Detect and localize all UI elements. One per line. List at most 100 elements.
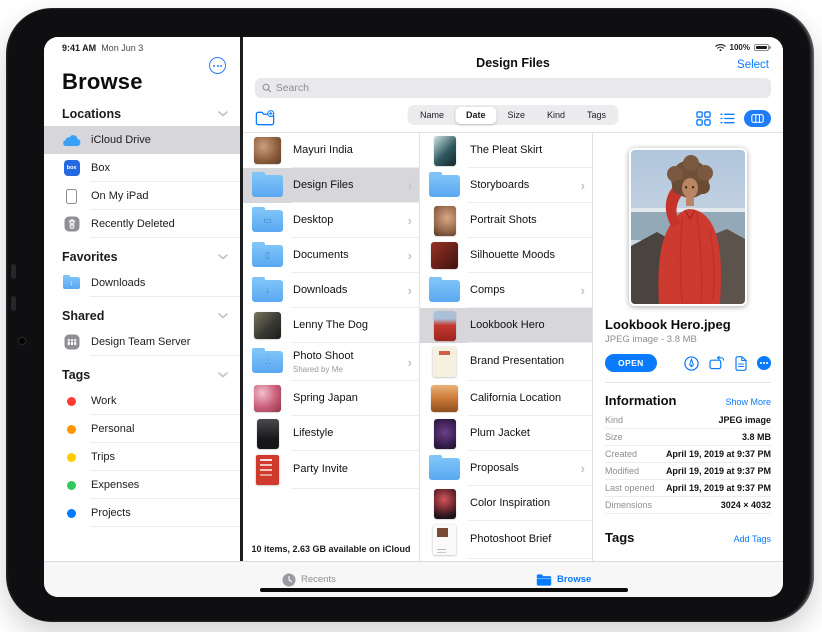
clock-icon xyxy=(282,573,296,587)
file-row-comps[interactable]: Comps › xyxy=(420,273,592,308)
file-row-photoshoot-brief[interactable]: Photoshoot Brief xyxy=(420,521,592,559)
info-label: Size xyxy=(605,432,623,442)
create-pdf-icon[interactable] xyxy=(735,356,747,371)
rotate-icon[interactable] xyxy=(709,356,725,370)
open-button[interactable]: OPEN xyxy=(605,354,657,372)
info-value: 3024 × 4032 xyxy=(721,500,771,510)
file-row-lenny-the-dog[interactable]: Lenny The Dog xyxy=(243,308,419,343)
image-thumbnail xyxy=(434,311,456,341)
sort-option-date[interactable]: Date xyxy=(455,107,497,124)
sort-option-name[interactable]: Name xyxy=(409,107,455,124)
downloads-folder-icon: ↓ xyxy=(252,280,283,302)
file-row-portrait-shots[interactable]: Portrait Shots xyxy=(420,203,592,238)
tag-dot-green-icon xyxy=(62,476,81,494)
storage-status: 10 items, 2.63 GB available on iCloud xyxy=(243,544,419,554)
tag-label: Trips xyxy=(91,451,115,463)
tag-dot-orange-icon xyxy=(62,420,81,438)
sidebar-tag-work[interactable]: Work xyxy=(44,387,240,415)
file-row-party-invite[interactable]: Party Invite xyxy=(243,451,419,489)
more-icon[interactable] xyxy=(757,356,771,370)
tab-label: Browse xyxy=(557,574,591,585)
info-row-dimensions: Dimensions 3024 × 4032 xyxy=(605,497,771,514)
info-row-last-opened: Last opened April 19, 2019 at 9:37 PM xyxy=(605,480,771,497)
list-view-icon[interactable] xyxy=(720,112,735,125)
file-row-desktop[interactable]: ▭ Desktop › xyxy=(243,203,419,238)
sidebar-item-on-my-ipad[interactable]: On My iPad xyxy=(44,182,240,210)
file-row-lifestyle[interactable]: Lifestyle xyxy=(243,416,419,451)
new-folder-icon[interactable] xyxy=(255,110,275,127)
file-row-silhouette-moods[interactable]: Silhouette Moods xyxy=(420,238,592,273)
file-row-california-location[interactable]: California Location xyxy=(420,381,592,416)
information-header: Information Show More xyxy=(605,393,771,408)
sidebar-item-icloud-drive[interactable]: iCloud Drive xyxy=(44,126,240,154)
sidebar-item-design-team-server[interactable]: Design Team Server xyxy=(44,328,240,356)
section-header-favorites[interactable]: Favorites xyxy=(44,238,240,269)
select-button[interactable]: Select xyxy=(737,59,769,71)
markup-icon[interactable] xyxy=(684,356,699,371)
sidebar-item-recently-deleted[interactable]: Recently Deleted xyxy=(44,210,240,238)
file-row-color-inspiration[interactable]: Color Inspiration xyxy=(420,486,592,521)
add-tags-link[interactable]: Add Tags xyxy=(734,534,771,544)
sidebar-item-downloads[interactable]: ↓ Downloads xyxy=(44,269,240,297)
file-label: Downloads xyxy=(293,284,347,297)
chevron-right-icon: › xyxy=(405,356,412,369)
navigation-bar: Design Files Select xyxy=(243,37,783,75)
file-row-documents[interactable]: ▯ Documents › xyxy=(243,238,419,273)
file-row-photo-shoot[interactable]: ∴ Photo Shoot Shared by Me › xyxy=(243,343,419,381)
file-row-proposals[interactable]: Proposals › xyxy=(420,451,592,486)
file-row-downloads[interactable]: ↓ Downloads › xyxy=(243,273,419,308)
grid-view-icon[interactable] xyxy=(696,111,711,126)
columns-view-icon[interactable] xyxy=(744,110,771,127)
sidebar-item-label: iCloud Drive xyxy=(91,134,151,146)
information-title: Information xyxy=(605,393,677,408)
section-header-locations[interactable]: Locations xyxy=(44,95,240,126)
image-thumbnail xyxy=(254,137,281,164)
folder-icon xyxy=(252,175,283,197)
sort-option-tags[interactable]: Tags xyxy=(576,107,617,124)
shared-folder-icon: ∴ xyxy=(252,351,283,373)
file-row-plum-jacket[interactable]: Plum Jacket xyxy=(420,416,592,451)
file-row-spring-japan[interactable]: Spring Japan xyxy=(243,381,419,416)
info-value: April 19, 2019 at 9:37 PM xyxy=(666,466,771,476)
file-row-storyboards[interactable]: Storyboards › xyxy=(420,168,592,203)
sidebar-tag-projects[interactable]: Projects xyxy=(44,499,240,527)
file-label: Lookbook Hero xyxy=(470,319,545,332)
file-row-design-files[interactable]: Design Files › xyxy=(243,168,419,203)
file-label: Photoshoot Brief xyxy=(470,533,551,546)
trash-icon xyxy=(62,215,81,233)
show-more-link[interactable]: Show More xyxy=(725,397,771,407)
chevron-right-icon: › xyxy=(578,284,585,297)
file-row-the-pleat-skirt[interactable]: The Pleat Skirt xyxy=(420,133,592,168)
file-label: The Pleat Skirt xyxy=(470,144,542,157)
file-row-brand-presentation[interactable]: Brand Presentation xyxy=(420,343,592,381)
home-indicator[interactable] xyxy=(260,588,628,592)
sidebar-tag-personal[interactable]: Personal xyxy=(44,415,240,443)
sidebar-tag-expenses[interactable]: Expenses xyxy=(44,471,240,499)
sidebar-more-button[interactable] xyxy=(209,57,226,74)
chevron-right-icon: › xyxy=(405,284,412,297)
image-thumbnail xyxy=(434,206,456,236)
preview-image[interactable] xyxy=(629,148,747,306)
sort-option-size[interactable]: Size xyxy=(496,107,536,124)
section-header-shared[interactable]: Shared xyxy=(44,297,240,328)
ellipsis-circle-icon xyxy=(213,65,222,67)
sidebar-item-box[interactable]: box Box xyxy=(44,154,240,182)
search-field[interactable] xyxy=(255,78,771,98)
info-value: April 19, 2019 at 9:37 PM xyxy=(666,483,771,493)
section-header-tags[interactable]: Tags xyxy=(44,356,240,387)
file-column-1: Mayuri India Design Files › ▭ Desktop › xyxy=(243,133,420,561)
view-toggles xyxy=(696,110,771,127)
preview-pane: Lookbook Hero.jpeg JPEG image - 3.8 MB O… xyxy=(593,133,783,561)
search-input[interactable] xyxy=(276,82,764,94)
info-row-modified: Modified April 19, 2019 at 9:37 PM xyxy=(605,463,771,480)
sort-option-kind[interactable]: Kind xyxy=(536,107,576,124)
sidebar-tag-trips[interactable]: Trips xyxy=(44,443,240,471)
file-label: Brand Presentation xyxy=(470,355,564,368)
chevron-down-icon xyxy=(218,313,228,319)
file-subtitle: Shared by Me xyxy=(293,365,354,374)
file-row-lookbook-hero[interactable]: Lookbook Hero xyxy=(420,308,592,343)
tags-header: Tags Add Tags xyxy=(605,530,771,545)
shared-server-icon xyxy=(62,333,81,351)
file-row-mayuri-india[interactable]: Mayuri India xyxy=(243,133,419,168)
file-label: Lifestyle xyxy=(293,427,333,440)
